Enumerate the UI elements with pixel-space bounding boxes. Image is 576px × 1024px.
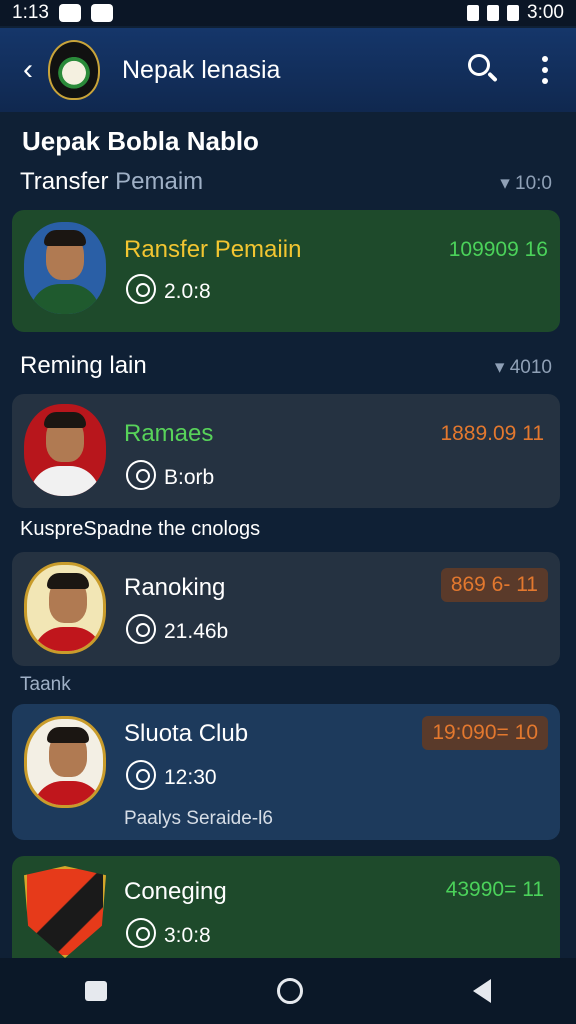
- wifi-icon: [467, 5, 480, 21]
- app-title: Nepak lenasia: [122, 55, 281, 84]
- player-card[interactable]: Ranoking 21.46b 869 6- 11: [12, 552, 560, 666]
- signal-icon: [487, 5, 500, 21]
- chevron-down-icon: ▾: [494, 357, 510, 378]
- notification-icon: [58, 4, 81, 22]
- player-card[interactable]: Sluota Club 12:30 Paalys Seraide-l6 19:0…: [12, 704, 560, 840]
- page-heading: Uepak Bobla Nablo: [22, 126, 259, 156]
- card-title: Ramaes: [124, 420, 214, 447]
- app-notification-icon: [90, 4, 113, 22]
- player-avatar: [24, 404, 106, 496]
- card-amount: 1889.09 11: [440, 422, 544, 445]
- card-value: B:orb: [164, 466, 215, 489]
- section-title-taank: Taank: [20, 674, 71, 695]
- section-meta: ▾ 4010: [494, 357, 552, 378]
- card-title: Coneging: [124, 878, 227, 905]
- more-menu-button[interactable]: [530, 50, 560, 90]
- player-avatar: [24, 562, 106, 654]
- section-title-transfer: Transfer Pemaim: [20, 168, 204, 195]
- chevron-left-icon: ‹: [23, 53, 33, 86]
- section-title-reming: Reming lain: [20, 352, 147, 379]
- club-logo: [48, 40, 100, 100]
- card-amount: 109909 16: [448, 238, 548, 261]
- card-title: Ranoking: [124, 574, 226, 601]
- club-crest: [24, 866, 106, 958]
- clock-icon: [126, 918, 156, 948]
- search-icon: [468, 54, 490, 76]
- section-title-kuspre: KuspreSpadne the cnologs: [20, 518, 261, 540]
- clock-icon: [126, 760, 156, 790]
- card-title: Sluota Club: [124, 720, 249, 747]
- dot-icon: [542, 56, 548, 62]
- chevron-down-icon: ▾: [500, 173, 516, 194]
- section-meta: ▾ 10:0: [500, 173, 552, 194]
- search-button[interactable]: [462, 50, 502, 90]
- card-subtitle: Paalys Seraide-l6: [124, 808, 273, 829]
- battery-icon: [507, 5, 520, 21]
- clock-icon: [126, 460, 156, 490]
- player-card[interactable]: Ransfer Pemaiin 2.0:8 109909 16: [12, 210, 560, 332]
- home-button[interactable]: [277, 978, 303, 1004]
- club-card[interactable]: Coneging 3:0:8 43990= 11: [12, 856, 560, 958]
- status-time: 1:13: [12, 2, 49, 23]
- card-value: 3:0:8: [164, 924, 211, 947]
- card-value: 21.46b: [164, 620, 229, 643]
- system-nav-bar: [0, 958, 576, 1024]
- card-value: 12:30: [164, 766, 217, 789]
- clock-icon: [126, 614, 156, 644]
- recent-apps-button[interactable]: [85, 981, 107, 1001]
- player-card[interactable]: Ramaes B:orb 1889.09 11: [12, 394, 560, 508]
- status-clock: 3:00: [527, 2, 564, 23]
- back-nav-button[interactable]: [473, 979, 491, 1003]
- card-amount: 19:090= 10: [422, 716, 548, 750]
- card-title: Ransfer Pemaiin: [124, 236, 302, 263]
- back-button[interactable]: ‹: [16, 50, 40, 90]
- player-avatar: [24, 716, 106, 808]
- player-avatar: [24, 222, 106, 314]
- card-amount: 869 6- 11: [440, 568, 548, 602]
- card-value: 2.0:8: [164, 280, 211, 303]
- card-amount: 43990= 11: [445, 878, 544, 901]
- clock-icon: [126, 274, 156, 304]
- status-bar: 1:13 3:00: [0, 0, 576, 26]
- app-bar: ‹ Nepak lenasia: [0, 28, 576, 112]
